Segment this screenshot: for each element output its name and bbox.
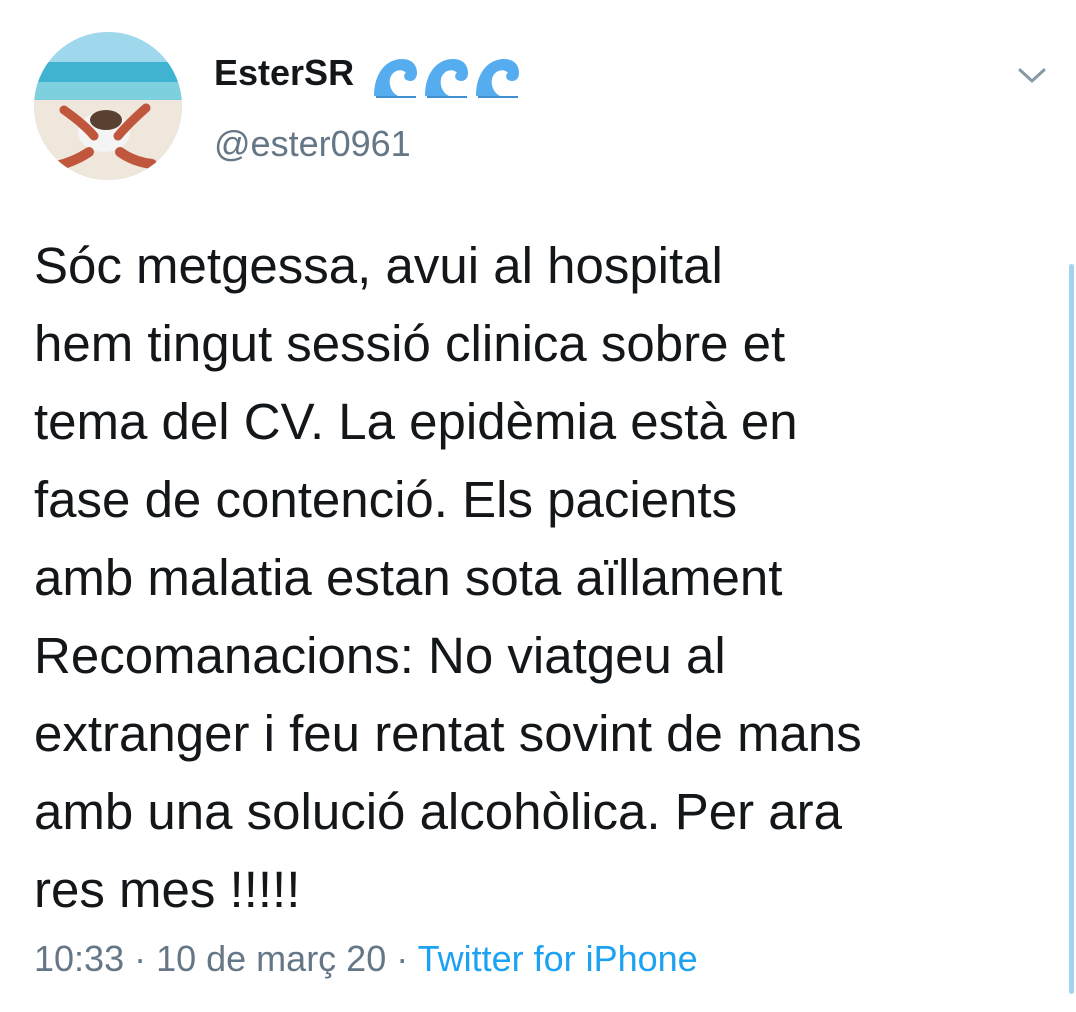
tweet-menu-button[interactable] <box>1014 60 1050 90</box>
meta-separator: · <box>124 938 157 979</box>
scrollbar[interactable] <box>1069 264 1074 994</box>
wave-icon <box>425 59 468 98</box>
wave-icon <box>476 59 519 98</box>
user-handle[interactable]: @ester0961 <box>214 123 411 165</box>
avatar[interactable] <box>34 32 182 180</box>
meta-separator: · <box>386 938 418 979</box>
tweet-text: Sóc metgessa, avui al hospital hem tingu… <box>34 237 862 918</box>
name-emojis <box>371 56 521 98</box>
wave-icon <box>374 59 417 98</box>
tweet-source-link[interactable]: Twitter for iPhone <box>418 938 698 979</box>
tweet-date[interactable]: 10 de març 20 <box>156 938 386 979</box>
chevron-down-icon <box>1018 68 1046 83</box>
tweet-time[interactable]: 10:33 <box>34 938 124 979</box>
avatar-beach-image <box>34 32 182 180</box>
display-name[interactable]: EsterSR <box>214 52 354 94</box>
tweet-meta: 10:33 · 10 de març 20 · Twitter for iPho… <box>34 938 698 980</box>
